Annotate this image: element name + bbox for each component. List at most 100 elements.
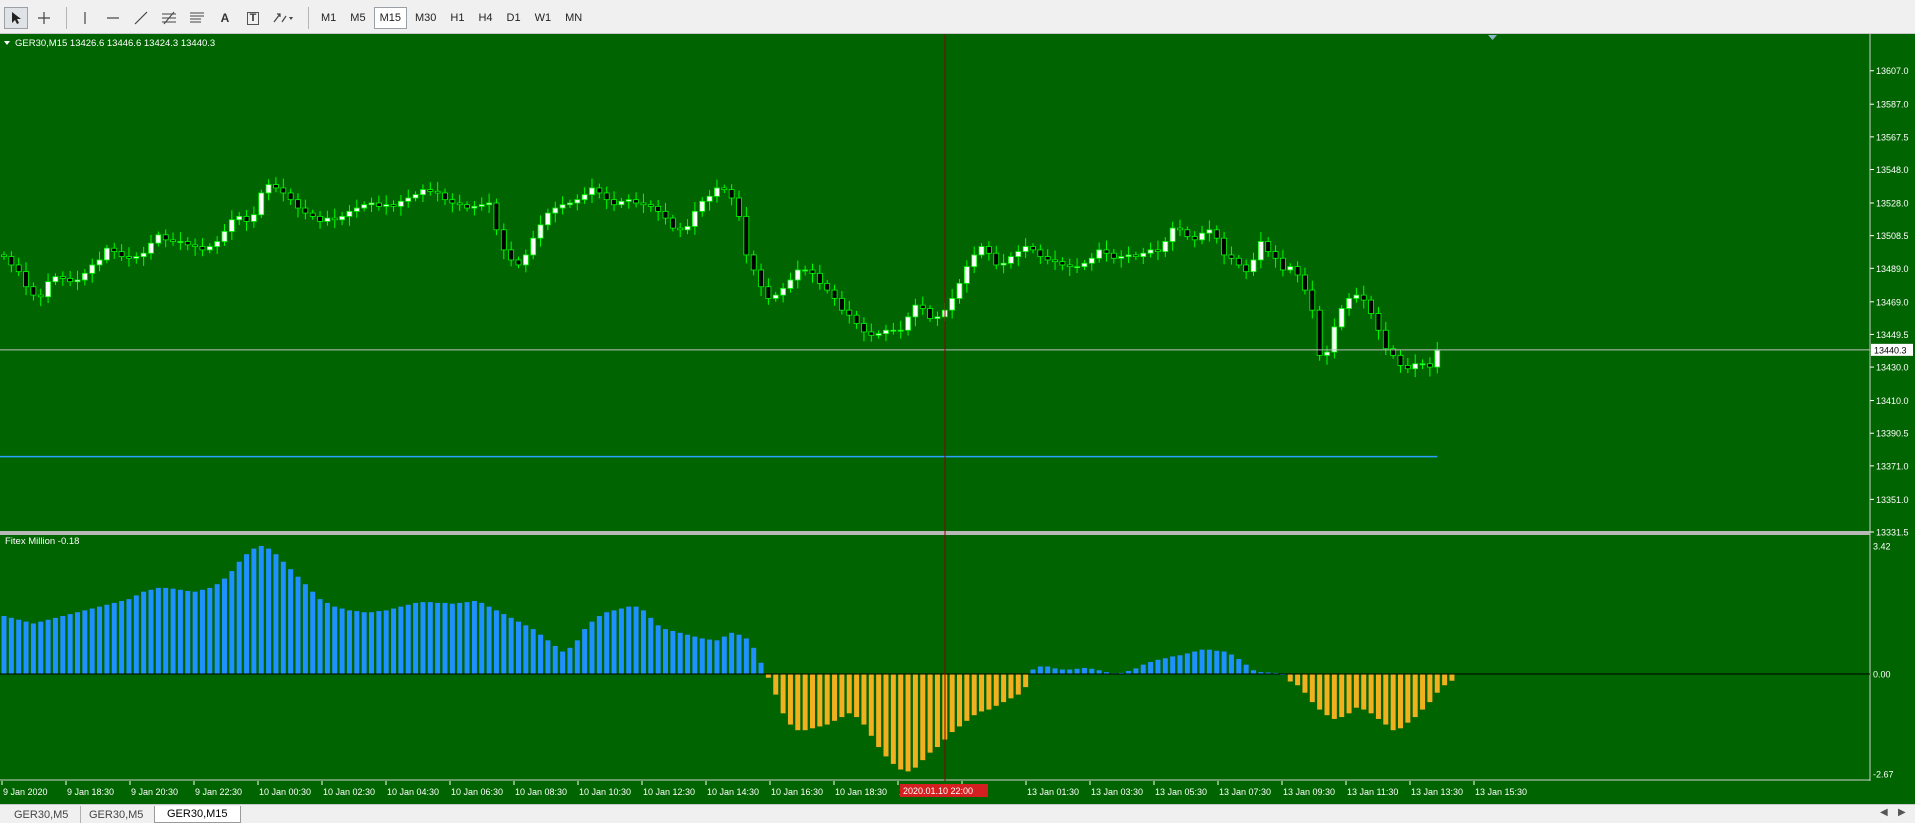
time-tick-label: 13 Jan 09:30 <box>1283 787 1335 797</box>
histogram-bar <box>670 630 676 674</box>
candle-body <box>1184 229 1191 237</box>
candle-body <box>758 269 764 288</box>
candle-body <box>1434 349 1441 368</box>
histogram-bar <box>369 612 374 674</box>
histogram-bar <box>986 674 992 710</box>
histogram-bar <box>890 674 896 764</box>
timeframe-d1[interactable]: D1 <box>501 7 527 29</box>
candle-body <box>662 210 669 219</box>
vertical-line-icon[interactable] <box>73 7 97 29</box>
arrows-icon[interactable] <box>269 7 299 29</box>
candle-body <box>1096 249 1103 259</box>
histogram-bar <box>1162 658 1168 674</box>
histogram-bar <box>957 674 962 727</box>
chart-tab-1[interactable]: GER30,M5 <box>2 806 82 823</box>
text-label-icon[interactable]: T <box>241 7 265 29</box>
histogram-bar <box>1133 668 1139 674</box>
crosshair-time-label: 2020.01.10 22:00 <box>903 786 973 796</box>
chart-canvas[interactable]: 13607.0 13587.0 13567.5 13548.0 13528.0 13508… <box>0 34 1915 804</box>
candle-body <box>1250 259 1257 273</box>
candle-body <box>148 242 154 254</box>
histogram-bar <box>420 602 426 674</box>
timeframe-m30[interactable]: M30 <box>409 7 442 29</box>
candle-body <box>1228 254 1235 259</box>
candle-body <box>81 272 88 281</box>
histogram-bar <box>457 602 463 674</box>
candle-body <box>59 276 66 279</box>
histogram-bar <box>758 662 764 674</box>
chart-window[interactable]: 13607.0 13587.0 13567.5 13548.0 13528.0 13508… <box>0 34 1915 804</box>
timeframe-m15[interactable]: M15 <box>373 7 407 29</box>
price-tick-label: 13469.0 <box>1876 297 1909 307</box>
histogram-bar <box>1412 674 1418 718</box>
cursor-icon[interactable] <box>4 7 28 29</box>
candle-body <box>728 189 735 199</box>
candle-body <box>1030 246 1036 251</box>
candle-body <box>545 212 551 226</box>
histogram-bar <box>1339 674 1345 718</box>
candle-body <box>1169 227 1176 242</box>
candle-body <box>581 194 588 201</box>
candle-body <box>1155 249 1161 252</box>
candle-body <box>1103 249 1110 254</box>
time-tick-label: 10 Jan 00:30 <box>259 787 311 797</box>
histogram-bar <box>280 561 286 674</box>
trendline-icon[interactable] <box>129 7 153 29</box>
candle-body <box>905 316 911 331</box>
candle-body <box>221 231 228 242</box>
histogram-bar <box>699 638 705 674</box>
histogram-bar <box>273 554 279 674</box>
candle-body <box>434 190 441 194</box>
price-tick-label: 13351.0 <box>1876 495 1909 505</box>
histogram-bar <box>655 625 661 674</box>
histogram-bar <box>1309 674 1315 703</box>
candle-body <box>155 234 162 244</box>
histogram-bar <box>288 569 294 674</box>
candle-body <box>897 329 904 332</box>
time-tick-label: 10 Jan 18:30 <box>835 787 887 797</box>
price-tick-label: 13410.0 <box>1876 396 1909 406</box>
timeframe-w1[interactable]: W1 <box>529 7 558 29</box>
histogram-bar <box>1243 664 1249 674</box>
histogram-bar <box>1375 674 1381 719</box>
fibonacci-icon[interactable] <box>157 7 181 29</box>
candle-body <box>750 254 757 271</box>
timeframe-h1[interactable]: H1 <box>444 7 470 29</box>
tabs-scroll-left-icon[interactable]: ◀ <box>1880 807 1888 818</box>
candle-body <box>74 279 81 283</box>
histogram-bar <box>993 674 999 706</box>
text-icon[interactable]: A <box>213 7 237 29</box>
histogram-bar <box>626 606 632 674</box>
histogram-bar <box>898 674 904 770</box>
crosshair-icon[interactable] <box>32 7 56 29</box>
candle-body <box>699 200 706 212</box>
chart-tab-3[interactable]: GER30,M15 <box>154 806 241 823</box>
histogram-bar <box>1398 674 1403 729</box>
timeframe-mn[interactable]: MN <box>559 7 588 29</box>
horizontal-line-icon[interactable] <box>101 7 125 29</box>
histogram-bar <box>861 674 867 725</box>
histogram-bar <box>1434 674 1440 693</box>
timeframe-h4[interactable]: H4 <box>472 7 498 29</box>
histogram-bar <box>192 591 198 674</box>
candle-body <box>633 199 639 204</box>
candle-body <box>1000 262 1007 266</box>
timeframe-m1[interactable]: M1 <box>315 7 342 29</box>
histogram-bar <box>67 614 73 674</box>
current-price-label: 13440.3 <box>1874 345 1907 355</box>
chart-tab-2[interactable]: GER30,M5 <box>77 806 157 823</box>
candle-body <box>1397 354 1404 366</box>
histogram-bar <box>1324 674 1330 716</box>
histogram-bar <box>787 674 793 725</box>
pane-separator[interactable] <box>0 531 1870 535</box>
histogram-bar <box>1037 666 1043 674</box>
candle-body <box>464 204 470 209</box>
time-tick-label: 10 Jan 08:30 <box>515 787 567 797</box>
timeframe-m5[interactable]: M5 <box>344 7 371 29</box>
candle-body <box>1419 363 1426 366</box>
tabs-scroll-right-icon[interactable]: ▶ <box>1898 807 1906 818</box>
histogram-bar <box>832 674 838 721</box>
channel-icon[interactable] <box>185 7 209 29</box>
candle-body <box>1272 251 1279 259</box>
candle-body <box>603 192 610 201</box>
